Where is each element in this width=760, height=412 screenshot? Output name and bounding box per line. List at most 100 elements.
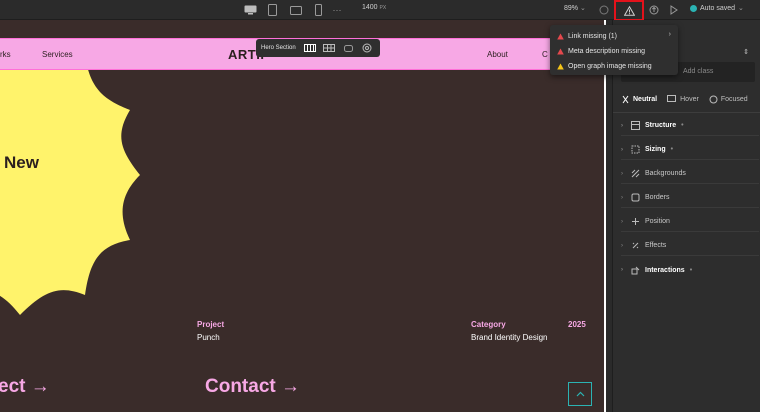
nav-link-works[interactable]: rks — [0, 50, 11, 59]
style-panel: ⇕ Add class Neutral Hover Focused › Stru… — [612, 20, 760, 412]
section-label: Effects — [645, 242, 667, 249]
flower-shape — [0, 40, 140, 315]
structure-icon — [631, 121, 640, 130]
chevron-right-icon: › — [621, 242, 623, 249]
grid-layout-icon[interactable] — [323, 43, 336, 53]
prev-project-label: ect — [0, 376, 26, 397]
mobile-landscape-icon[interactable] — [289, 3, 303, 17]
backgrounds-icon — [631, 169, 640, 178]
zoom-dropdown[interactable]: 89% ⌄ — [564, 4, 586, 12]
state-tabs: Neutral Hover Focused — [621, 92, 760, 106]
publish-icon[interactable] — [648, 3, 660, 17]
canvas-width-readout[interactable]: 1400 PX — [362, 4, 386, 11]
cloud-icon — [690, 4, 697, 12]
state-tab-focused[interactable]: Focused — [709, 92, 748, 106]
element-toolbar: Hero Section — [256, 39, 380, 57]
chevron-right-icon: › — [621, 218, 623, 225]
chevron-right-icon: › — [621, 194, 623, 201]
zoom-value: 89% — [564, 5, 579, 12]
category-label: Category — [471, 320, 506, 329]
top-toolbar: ··· 1400 PX 89% ⌄ Auto saved ⌄ — [0, 0, 760, 21]
state-label: Neutral — [633, 95, 658, 103]
chevron-right-icon: › — [668, 31, 671, 38]
chevron-down-icon: ⌄ — [738, 5, 744, 12]
state-tab-hover[interactable]: Hover — [667, 92, 699, 106]
mobile-portrait-icon[interactable] — [313, 3, 323, 17]
chevron-right-icon: › — [621, 146, 623, 153]
focus-icon — [709, 95, 718, 103]
issue-label: Meta description missing — [568, 47, 646, 55]
chevron-up-icon — [576, 391, 584, 397]
issue-link-missing[interactable]: Link missing (1) › — [557, 30, 673, 42]
chevron-right-icon: › — [621, 122, 623, 129]
audit-issues-dropdown: Link missing (1) › Meta description miss… — [550, 25, 678, 75]
section-label: Structure — [645, 122, 677, 129]
section-borders[interactable]: › Borders — [621, 188, 759, 208]
arrow-right-icon: → — [281, 376, 301, 397]
history-icon[interactable] — [598, 3, 610, 17]
prev-project-link[interactable]: ect → — [0, 376, 50, 398]
warning-triangle-icon — [623, 5, 635, 16]
save-status-label: Auto saved — [700, 4, 736, 12]
nav-link-services[interactable]: Services — [42, 50, 73, 59]
arrow-right-icon: → — [30, 376, 50, 397]
canvas-edge — [604, 20, 606, 412]
section-label: Borders — [645, 194, 670, 201]
project-label: Project — [197, 320, 225, 329]
section-label: Position — [645, 218, 670, 225]
sizing-icon — [631, 145, 640, 154]
section-label: Interactions — [645, 266, 685, 274]
effects-icon — [631, 241, 640, 250]
section-sizing[interactable]: › Sizing • — [621, 140, 759, 160]
position-icon — [631, 217, 640, 226]
component-icon[interactable] — [342, 43, 355, 53]
chevron-right-icon: › — [621, 170, 623, 177]
state-label: Hover — [680, 95, 699, 103]
borders-icon — [631, 193, 640, 202]
section-modified-dot: • — [689, 266, 693, 274]
save-status[interactable]: Auto saved ⌄ — [690, 4, 744, 12]
more-icon[interactable]: ··· — [331, 3, 343, 17]
chevron-down-icon: ⌄ — [579, 5, 586, 12]
desktop-breakpoint-icon[interactable] — [242, 3, 258, 17]
warning-triangle-icon — [557, 63, 564, 69]
section-label: Sizing — [645, 146, 666, 153]
year-label: 2025 — [568, 320, 586, 329]
section-modified-dot: • — [670, 146, 674, 153]
issue-label: Link missing (1) — [568, 32, 618, 40]
section-label: Backgrounds — [645, 170, 686, 177]
contact-label: Contact — [205, 376, 276, 397]
design-canvas[interactable]: New rks Services ARTIF About C Hero Sect… — [0, 20, 606, 412]
project-value: Punch — [197, 333, 220, 342]
state-label: Focused — [720, 95, 748, 103]
hero-headline: New — [4, 153, 39, 172]
nav-link-contact[interactable]: C — [542, 50, 548, 59]
settings-gear-icon[interactable] — [361, 43, 374, 53]
issue-meta-description[interactable]: Meta description missing — [557, 45, 673, 57]
scroll-top-button[interactable] — [568, 382, 592, 406]
section-effects[interactable]: › Effects — [621, 236, 759, 256]
state-tab-neutral[interactable]: Neutral — [621, 92, 657, 106]
chevron-right-icon: › — [621, 267, 623, 273]
nav-link-about[interactable]: About — [487, 50, 508, 59]
audit-warning-button[interactable] — [614, 0, 644, 21]
error-triangle-icon — [557, 33, 564, 39]
panel-divider — [613, 112, 760, 113]
preview-play-icon[interactable] — [668, 3, 680, 17]
columns-layout-icon[interactable] — [304, 43, 317, 53]
interactions-icon — [631, 266, 640, 275]
neutral-icon — [622, 95, 629, 103]
tablet-breakpoint-icon[interactable] — [266, 3, 278, 17]
chevron-updown-icon: ⇕ — [743, 49, 749, 56]
hover-cursor-icon — [667, 94, 677, 102]
section-position[interactable]: › Position — [621, 212, 759, 232]
issue-og-image[interactable]: Open graph image missing — [557, 60, 673, 72]
section-structure[interactable]: › Structure • — [621, 116, 759, 136]
contact-link[interactable]: Contact → — [205, 376, 300, 398]
canvas-width-value: 1400 — [362, 4, 378, 11]
section-interactions[interactable]: › Interactions • — [621, 260, 759, 280]
element-name[interactable]: Hero Section — [261, 45, 296, 51]
section-modified-dot: • — [681, 122, 684, 129]
section-backgrounds[interactable]: › Backgrounds — [621, 164, 759, 184]
error-triangle-icon — [557, 48, 564, 54]
